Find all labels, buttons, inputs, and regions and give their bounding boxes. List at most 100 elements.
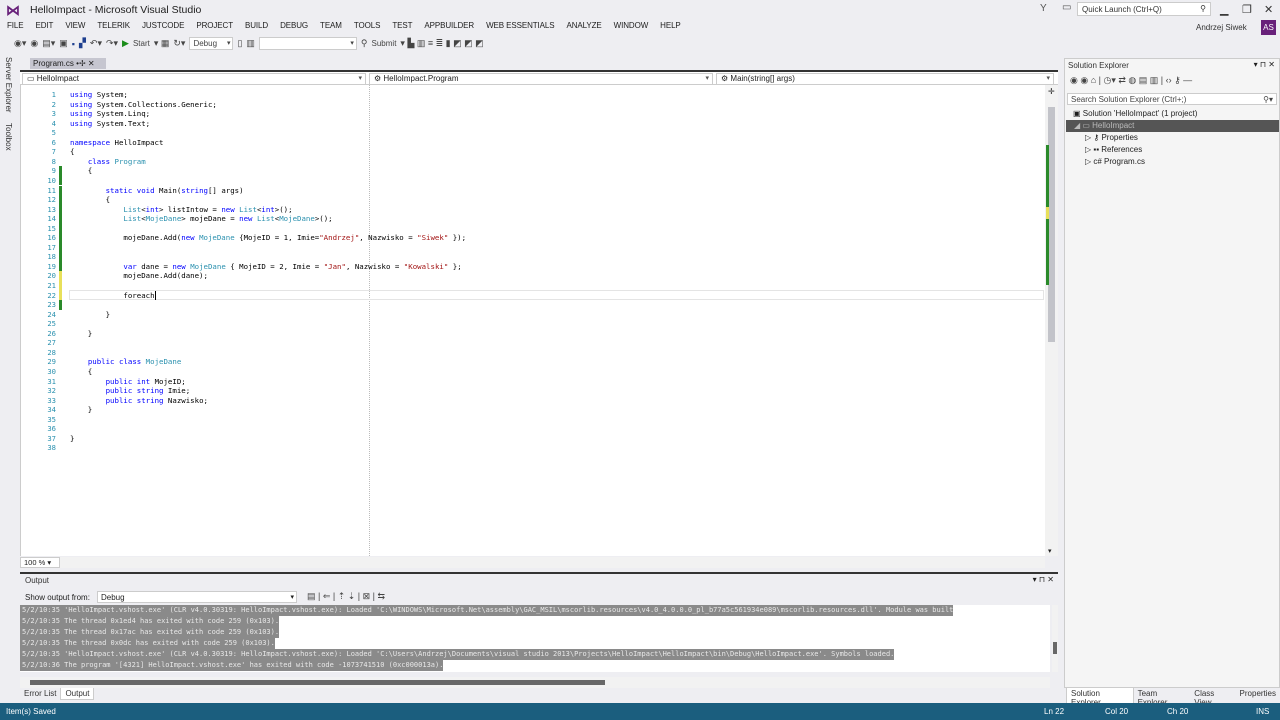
avatar[interactable]: AS bbox=[1261, 20, 1276, 35]
submit-button[interactable]: Submit bbox=[372, 39, 397, 48]
code-line[interactable]: } bbox=[70, 405, 92, 415]
menu-tools[interactable]: TOOLS bbox=[347, 20, 385, 34]
code-line[interactable]: { bbox=[70, 166, 92, 176]
code-line[interactable]: List<int> listIntow = new List<int>(); bbox=[70, 205, 292, 215]
code-line[interactable]: mojeDane.Add(new MojeDane {MojeID = 1, I… bbox=[70, 233, 466, 243]
toolbox-tab[interactable]: Toolbox bbox=[4, 121, 13, 153]
code-line[interactable]: namespace HelloImpact bbox=[70, 138, 163, 148]
output-line[interactable]: 5/2/10:36 The program '[4321] HelloImpac… bbox=[20, 660, 444, 671]
attach-icon[interactable]: ▾ ▦ bbox=[154, 38, 170, 49]
code-line[interactable]: } bbox=[70, 329, 92, 339]
output-line[interactable]: 5/2/10:35 The thread 0x0dc has exited wi… bbox=[20, 638, 275, 649]
feedback-icon[interactable]: ▭ bbox=[1062, 2, 1071, 13]
undo-icon[interactable]: ↶▾ bbox=[90, 38, 102, 49]
notification-flag-icon[interactable]: Y bbox=[1040, 3, 1047, 14]
menu-build[interactable]: BUILD bbox=[238, 20, 273, 34]
code-line[interactable]: var dane = new MojeDane { MojeID = 2, Im… bbox=[70, 262, 461, 272]
scrollbar-thumb[interactable] bbox=[30, 680, 605, 685]
pin-icon[interactable]: •✢ bbox=[76, 59, 86, 68]
document-tab-program-cs[interactable]: Program.cs •✢ ✕ bbox=[30, 58, 106, 69]
find-icon[interactable]: ▯ bbox=[237, 38, 242, 49]
solution-explorer-toolbar[interactable]: ◉ ◉ ⌂ | ◷▾ ⇄ ◍ ▤ ▥ | ‹› ⚷ — bbox=[1070, 75, 1192, 86]
code-line[interactable]: using System.Text; bbox=[70, 119, 150, 129]
tree-project-selected[interactable]: ◢ ▭ HelloImpact bbox=[1066, 120, 1279, 132]
code-line[interactable]: { bbox=[70, 147, 74, 157]
close-icon[interactable]: ✕ bbox=[1268, 60, 1275, 69]
tree-solution[interactable]: ▣ Solution 'HelloImpact' (1 project) bbox=[1073, 108, 1197, 120]
new-project-icon[interactable]: ▤▾ bbox=[42, 38, 55, 49]
output-line[interactable]: 5/2/10:35 The thread 0x17ac has exited w… bbox=[20, 627, 280, 638]
code-line[interactable]: class Program bbox=[70, 157, 146, 167]
code-line[interactable]: { bbox=[70, 367, 92, 377]
code-line[interactable]: { bbox=[70, 195, 110, 205]
menu-window[interactable]: WINDOW bbox=[607, 20, 654, 34]
close-button[interactable]: ✕ bbox=[1264, 3, 1273, 16]
output-source-dropdown[interactable]: Debug ▾ bbox=[97, 591, 297, 603]
output-horizontal-scrollbar[interactable] bbox=[20, 677, 1050, 688]
output-line[interactable]: 5/2/10:35 'HelloImpact.vshost.exe' (CLR … bbox=[20, 605, 954, 616]
menu-project[interactable]: PROJECT bbox=[189, 20, 238, 34]
format-icons[interactable]: ▾ ▙ ▥ ≡ ≣ ▮ ◩ ◩ ◩ bbox=[400, 38, 483, 49]
code-line[interactable]: foreach bbox=[70, 290, 156, 301]
code-line[interactable]: using System.Linq; bbox=[70, 109, 150, 119]
code-line[interactable]: using System.Collections.Generic; bbox=[70, 100, 217, 110]
pin-icon[interactable]: ⊓ bbox=[1039, 575, 1045, 584]
scroll-down-icon[interactable]: ▾ bbox=[1048, 547, 1052, 555]
save-icon[interactable]: ▪ bbox=[72, 39, 75, 49]
open-icon[interactable]: ▣ bbox=[59, 38, 68, 49]
close-icon[interactable]: ✕ bbox=[88, 59, 95, 68]
submit-icon[interactable]: ⚲ bbox=[361, 38, 368, 49]
refresh-icon[interactable]: ↻▾ bbox=[173, 38, 185, 49]
menu-view[interactable]: VIEW bbox=[58, 20, 90, 34]
save-all-icon[interactable]: ▞ bbox=[79, 38, 86, 49]
code-line[interactable]: List<MojeDane> mojeDane = new List<MojeD… bbox=[70, 214, 332, 224]
menu-debug[interactable]: DEBUG bbox=[273, 20, 313, 34]
code-line[interactable]: } bbox=[70, 434, 74, 444]
configuration-dropdown[interactable]: Debug ▾ bbox=[189, 37, 234, 50]
output-line[interactable]: 5/2/10:35 The thread 0x1ed4 has exited w… bbox=[20, 616, 280, 627]
solution-search-input[interactable]: Search Solution Explorer (Ctrl+;) ⚲▾ bbox=[1067, 93, 1277, 105]
pin-icon[interactable]: ▥ bbox=[246, 38, 255, 49]
pin-icon[interactable]: ⊓ bbox=[1260, 60, 1266, 69]
split-icon[interactable]: ✛ bbox=[1048, 87, 1055, 96]
scrollbar-thumb[interactable] bbox=[1048, 107, 1055, 342]
quick-launch-input[interactable]: Quick Launch (Ctrl+Q) ⚲ bbox=[1077, 2, 1211, 16]
forward-icon[interactable]: ◉ bbox=[30, 38, 38, 49]
menu-team[interactable]: TEAM bbox=[313, 20, 347, 34]
output-toolbar-icons[interactable]: ▤ | ⇐ | ⇡ ⇣ | ⊠ | ⇆ bbox=[307, 591, 385, 602]
menu-file[interactable]: FILE bbox=[0, 20, 29, 34]
code-line[interactable]: public class MojeDane bbox=[70, 357, 181, 367]
user-name[interactable]: Andrzej Siwek bbox=[1196, 23, 1247, 32]
menu-edit[interactable]: EDIT bbox=[29, 20, 59, 34]
start-button[interactable]: Start bbox=[133, 39, 150, 48]
minimize-button[interactable]: ▁ bbox=[1220, 3, 1228, 16]
tab-error-list[interactable]: Error List bbox=[20, 688, 60, 700]
project-dropdown[interactable]: ▭ HelloImpact ▾ bbox=[22, 73, 366, 85]
dropdown-icon[interactable]: ▾ bbox=[1254, 60, 1258, 69]
solution-platform-dropdown[interactable]: ▾ bbox=[258, 37, 357, 50]
menu-telerik[interactable]: TELERIK bbox=[90, 20, 135, 34]
code-line[interactable]: public int MojeID; bbox=[70, 377, 186, 387]
editor-vertical-scrollbar[interactable]: ✛ ▾ bbox=[1045, 85, 1058, 556]
code-line[interactable]: mojeDane.Add(dane); bbox=[70, 271, 208, 281]
code-line[interactable]: using System; bbox=[70, 90, 128, 100]
close-icon[interactable]: ✕ bbox=[1047, 575, 1054, 584]
menu-justcode[interactable]: JUSTCODE bbox=[135, 20, 189, 34]
editor-horizontal-scrollbar[interactable] bbox=[60, 557, 1045, 568]
dropdown-icon[interactable]: ▾ bbox=[1033, 575, 1037, 584]
code-editor[interactable]: 1 using System; 2 using System.Collections.… bbox=[20, 85, 1045, 556]
code-line[interactable]: } bbox=[70, 310, 110, 320]
menu-web-essentials[interactable]: WEB ESSENTIALS bbox=[479, 20, 559, 34]
tab-output[interactable]: Output bbox=[60, 688, 95, 700]
zoom-level-dropdown[interactable]: 100 % ▾ bbox=[20, 557, 60, 568]
output-text[interactable]: 5/2/10:35 'HelloImpact.vshost.exe' (CLR … bbox=[20, 605, 1050, 672]
class-dropdown[interactable]: ⚙ HelloImpact.Program ▾ bbox=[369, 73, 713, 85]
server-explorer-tab[interactable]: Server Explorer bbox=[4, 55, 13, 115]
restore-button[interactable]: ❐ bbox=[1242, 3, 1252, 16]
code-line[interactable]: static void Main(string[] args) bbox=[70, 186, 244, 196]
tree-program-cs[interactable]: ▷ c# Program.cs bbox=[1085, 156, 1145, 168]
code-line[interactable]: public string Imie; bbox=[70, 386, 191, 396]
start-icon[interactable]: ▶ bbox=[122, 38, 129, 49]
output-line[interactable]: 5/2/10:35 'HelloImpact.vshost.exe' (CLR … bbox=[20, 649, 895, 660]
tree-properties[interactable]: ▷ ⚷ Properties bbox=[1085, 132, 1138, 144]
